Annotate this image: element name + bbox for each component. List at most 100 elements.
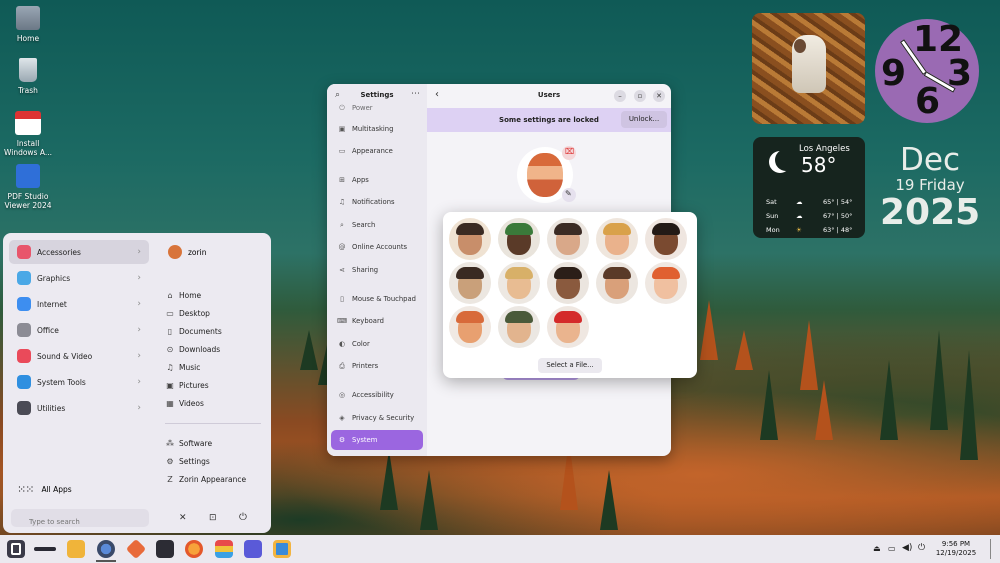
pdf-studio-icon	[16, 164, 40, 188]
desktop-icon-home[interactable]: Home	[0, 6, 56, 43]
sidebar-item-search[interactable]: ⌕ Search	[331, 215, 423, 235]
link-zorin-appearance[interactable]: Z Zorin Appearance	[165, 471, 246, 487]
category-system-tools[interactable]: System Tools ›	[9, 370, 149, 394]
category-graphics[interactable]: Graphics ›	[9, 266, 149, 290]
taskbar-clock[interactable]: 9:56 PM 12/19/2025	[930, 540, 982, 558]
edit-avatar-button[interactable]: ✎	[562, 188, 576, 202]
active-indicator	[96, 560, 116, 562]
date-year: 2025	[880, 192, 981, 233]
files-app-icon[interactable]	[67, 540, 85, 558]
chevron-right-icon: ›	[137, 325, 141, 335]
sidebar-item-printers[interactable]: ⎙ Printers	[331, 356, 423, 376]
avatar-option[interactable]	[596, 218, 638, 260]
sidebar-item-mouse-touchpad[interactable]: ▯ Mouse & Touchpad	[331, 289, 423, 309]
close-icon[interactable]: ✕	[179, 513, 187, 523]
search-box[interactable]	[11, 509, 149, 531]
taskbar-time: 9:56 PM	[941, 540, 971, 548]
place-documents[interactable]: ▯ Documents	[165, 323, 222, 339]
category-label: Graphics	[37, 273, 71, 283]
category-utilities[interactable]: Utilities ›	[9, 396, 149, 420]
sidebar-item-apps[interactable]: ⊞ Apps	[331, 170, 423, 190]
volume-icon[interactable]: ◀)	[902, 543, 912, 553]
category-label: Sound & Video	[37, 351, 93, 361]
remove-avatar-button[interactable]: ⌧	[562, 146, 576, 160]
stacked-app-icon[interactable]	[215, 540, 233, 558]
desktop-icon-pdf-studio[interactable]: PDF Studio Viewer 2024	[0, 164, 56, 210]
avatar-option[interactable]	[547, 218, 589, 260]
avatar-option[interactable]	[547, 262, 589, 304]
category-accessories[interactable]: Accessories ›	[9, 240, 149, 264]
sidebar-item-system[interactable]: ⚙ System	[331, 430, 423, 450]
power-icon[interactable]: ⏻	[918, 543, 925, 553]
software-icon: ⁂	[166, 438, 174, 448]
partly-sunny-icon: ☀	[796, 226, 802, 234]
sidebar-item-keyboard[interactable]: ⌨ Keyboard	[331, 311, 423, 331]
lock-icon[interactable]: ⊡	[209, 513, 217, 523]
avatar-option[interactable]	[449, 306, 491, 348]
keyboard-icon: ⌨	[337, 317, 348, 325]
settings-app-icon[interactable]	[97, 540, 115, 558]
avatar-option[interactable]	[498, 306, 540, 348]
workspace-indicator[interactable]	[34, 547, 56, 551]
avatar-option[interactable]	[498, 218, 540, 260]
power-icon[interactable]: ⏻	[239, 512, 247, 523]
unlock-button[interactable]: Unlock...	[621, 111, 667, 128]
chart-app-icon[interactable]	[244, 540, 262, 558]
avatar-option[interactable]	[596, 262, 638, 304]
apps-icon: ⊞	[339, 176, 345, 184]
cloud-icon: ☁	[796, 198, 803, 206]
search-input[interactable]	[11, 513, 149, 531]
link-settings[interactable]: ⚙ Settings	[165, 453, 209, 469]
forecast-row: Sun ☁ 67° | 50°	[766, 209, 852, 223]
place-downloads[interactable]: ⊙ Downloads	[165, 341, 221, 357]
sidebar-item-accessibility[interactable]: ◎ Accessibility	[331, 385, 423, 405]
sidebar-item-sharing[interactable]: ⋖ Sharing	[331, 260, 423, 280]
pencil-icon: ✎	[565, 189, 572, 198]
link-software[interactable]: ⁂ Software	[165, 435, 212, 451]
maximize-button[interactable]: ▫	[634, 90, 646, 102]
minimize-button[interactable]: –	[614, 90, 626, 102]
avatar-option[interactable]	[449, 218, 491, 260]
avatar-option[interactable]	[498, 262, 540, 304]
avatar-option[interactable]	[645, 218, 687, 260]
avatar-picker: Select a File...	[443, 212, 697, 378]
category-sound-video[interactable]: Sound & Video ›	[9, 344, 149, 368]
all-apps-button[interactable]: ⁙⁙ All Apps	[17, 483, 72, 496]
sidebar-item-color[interactable]: ◐ Color	[331, 334, 423, 354]
avatar-option[interactable]	[645, 262, 687, 304]
gear-icon: ⚙	[166, 456, 174, 466]
zorin-menu-button[interactable]	[7, 540, 25, 558]
desktop-icon-trash[interactable]: Trash	[0, 58, 56, 95]
virtualbox-app-icon[interactable]	[273, 540, 291, 558]
user-account[interactable]: zorin	[168, 245, 206, 259]
divider	[165, 423, 261, 424]
sidebar-item-privacy-security[interactable]: ◈ Privacy & Security	[331, 408, 423, 428]
place-videos[interactable]: ▦ Videos	[165, 395, 204, 411]
sidebar-item-multitasking[interactable]: ▣ Multitasking	[331, 119, 423, 139]
place-music[interactable]: ♫ Music	[165, 359, 200, 375]
avatar-option[interactable]	[449, 262, 491, 304]
sidebar-item-online-accounts[interactable]: @ Online Accounts	[331, 237, 423, 257]
show-desktop-button[interactable]	[990, 539, 991, 559]
category-internet[interactable]: Internet ›	[9, 292, 149, 316]
close-button[interactable]: ✕	[653, 90, 665, 102]
desktop-icon-install-windows-apps[interactable]: Install Windows A...	[0, 111, 56, 157]
sidebar-item-notifications[interactable]: ♫ Notifications	[331, 192, 423, 212]
place-pictures[interactable]: ▣ Pictures	[165, 377, 208, 393]
place-home[interactable]: ⌂ Home	[165, 287, 201, 303]
firefox-app-icon[interactable]	[185, 540, 203, 558]
clock-number: 9	[881, 53, 907, 94]
sidebar-item-appearance[interactable]: ▭ Appearance	[331, 141, 423, 161]
category-office[interactable]: Office ›	[9, 318, 149, 342]
eject-icon[interactable]: ⏏	[873, 544, 881, 553]
avatar-option[interactable]	[547, 306, 589, 348]
select-file-button[interactable]: Select a File...	[538, 358, 602, 373]
photo-widget	[752, 13, 865, 124]
sidebar-item-power[interactable]: ⏻ Power	[331, 98, 423, 118]
network-icon[interactable]: ▭	[888, 544, 896, 553]
installer-app-icon[interactable]	[125, 538, 147, 560]
color-icon: ◐	[338, 340, 346, 348]
place-desktop[interactable]: ▭ Desktop	[165, 305, 210, 321]
cloud-icon: ☁	[796, 212, 803, 220]
terminal-app-icon[interactable]	[156, 540, 174, 558]
